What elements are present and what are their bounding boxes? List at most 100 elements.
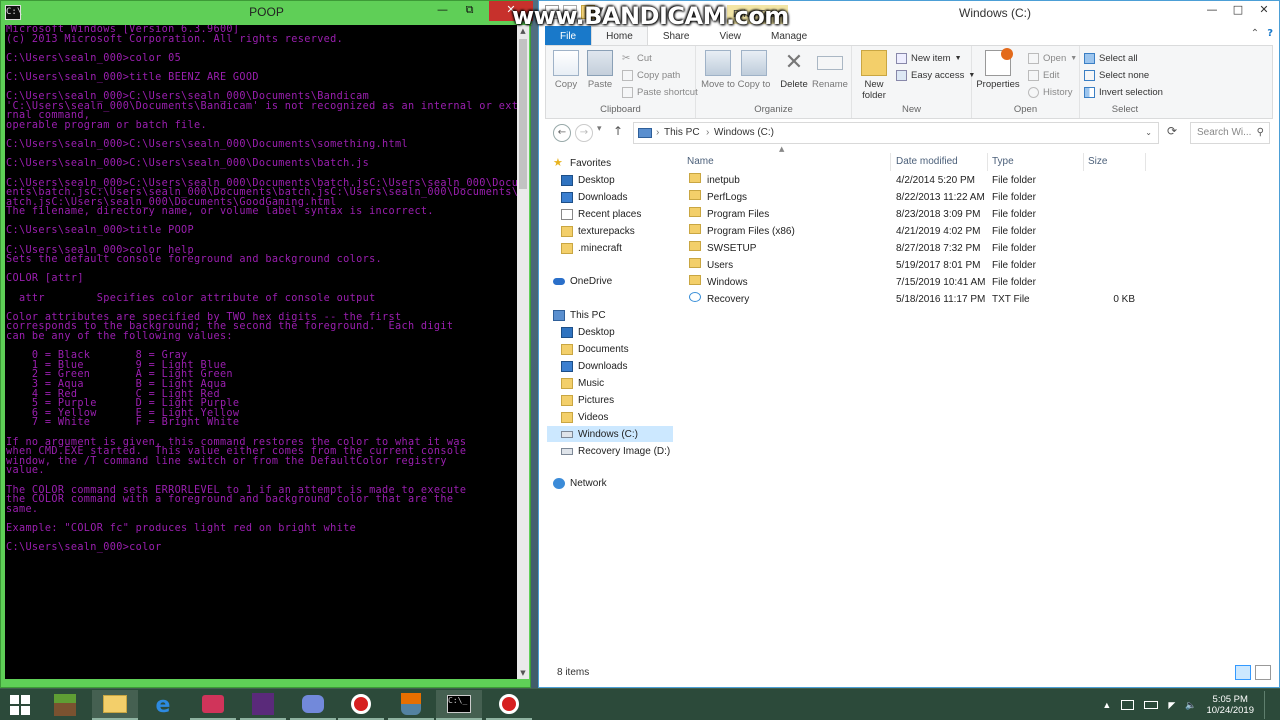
up-icon[interactable]: ↑ bbox=[613, 124, 623, 138]
column-type[interactable]: Type bbox=[988, 153, 1084, 171]
paste-shortcut-button[interactable]: Paste shortcut bbox=[622, 85, 698, 100]
nav-fav-item[interactable]: Recent places bbox=[547, 206, 673, 222]
monitor-icon[interactable] bbox=[1121, 700, 1135, 710]
nav-fav-item[interactable]: texturepacks bbox=[547, 223, 673, 239]
history-button[interactable]: History bbox=[1028, 85, 1073, 100]
collapse-ribbon-icon[interactable]: ⌃ bbox=[1251, 28, 1259, 39]
console-line: C:\Users\sealn_000>title BEENZ ARE GOOD bbox=[6, 71, 259, 83]
edit-button[interactable]: Edit bbox=[1028, 68, 1059, 83]
address-dropdown-icon[interactable]: ⌄ bbox=[1145, 123, 1152, 143]
copy-button[interactable]: Copy bbox=[548, 50, 584, 90]
bandicam-recording-icon bbox=[499, 694, 519, 714]
taskbar-cmd[interactable]: C:\_ bbox=[436, 690, 482, 720]
file-row[interactable]: Recovery 5/18/2016 11:17 PM TXT File 0 KB bbox=[683, 292, 1135, 308]
nav-pc-item[interactable]: Music bbox=[547, 375, 673, 391]
file-explorer-window[interactable]: ▾ Drive Tools Windows (C:) — □ ✕ File Ho… bbox=[538, 0, 1280, 688]
breadcrumb-windows-c[interactable]: Windows (C:) bbox=[714, 123, 774, 143]
help-icon[interactable]: ? bbox=[1267, 28, 1273, 39]
nav-pc-item[interactable]: Windows (C:) bbox=[547, 426, 673, 442]
recent-locations-icon[interactable]: ▾ bbox=[597, 124, 602, 134]
search-box[interactable]: Search Wi... ⚲ bbox=[1190, 122, 1270, 144]
nav-fav-item[interactable]: .minecraft bbox=[547, 240, 673, 256]
battery-icon[interactable] bbox=[1144, 701, 1159, 709]
taskbar-file-explorer[interactable] bbox=[92, 690, 138, 720]
copy-path-button[interactable]: Copy path bbox=[622, 68, 680, 83]
minimize-icon[interactable]: — bbox=[429, 1, 456, 21]
properties-button[interactable]: Properties bbox=[976, 48, 1020, 90]
file-row[interactable]: Users 5/19/2017 8:01 PM File folder bbox=[683, 258, 1133, 274]
nav-fav-item[interactable]: Desktop bbox=[547, 172, 673, 188]
open-button[interactable]: Open ▼ bbox=[1028, 51, 1077, 66]
cmd-window[interactable]: C:\ POOP — ⧉ ✕ Microsoft Windows [Versio… bbox=[0, 0, 533, 688]
show-desktop-button[interactable] bbox=[1264, 691, 1272, 719]
address-bar[interactable]: › This PC › Windows (C:) ⌄ bbox=[633, 122, 1159, 144]
restore-icon[interactable]: ⧉ bbox=[456, 1, 483, 21]
file-row[interactable]: inetpub 4/2/2014 5:20 PM File folder bbox=[683, 173, 1133, 189]
select-all-button[interactable]: Select all bbox=[1084, 51, 1138, 66]
nav-pc-item[interactable]: Downloads bbox=[547, 358, 673, 374]
nav-favorites[interactable]: ★ Favorites bbox=[553, 155, 611, 171]
large-icons-view-icon[interactable] bbox=[1255, 665, 1271, 680]
new-item-button[interactable]: New item ▼ bbox=[896, 51, 962, 66]
taskbar-start[interactable] bbox=[0, 690, 40, 720]
scroll-thumb[interactable] bbox=[519, 39, 527, 189]
invert-selection-button[interactable]: Invert selection bbox=[1084, 85, 1163, 100]
taskbar-minecraft[interactable] bbox=[42, 690, 88, 720]
taskbar-internet-explorer[interactable]: e bbox=[140, 690, 186, 720]
show-hidden-icons-icon[interactable]: ▲ bbox=[1102, 700, 1111, 710]
nav-this-pc[interactable]: This PC bbox=[553, 307, 606, 323]
copy-to-button[interactable]: Copy to bbox=[736, 50, 772, 90]
clock[interactable]: 5:05 PM 10/24/2019 bbox=[1206, 694, 1254, 716]
nav-pc-item[interactable]: Recovery Image (D:) bbox=[547, 443, 673, 459]
console-scrollbar[interactable]: ▲ ▼ bbox=[517, 25, 529, 679]
nav-fav-item[interactable]: Downloads bbox=[547, 189, 673, 205]
cut-button[interactable]: ✂ Cut bbox=[622, 51, 652, 66]
paste-button[interactable]: Paste bbox=[582, 50, 618, 90]
breadcrumb-this-pc[interactable]: This PC bbox=[664, 123, 700, 143]
file-row[interactable]: Program Files (x86) 4/21/2019 4:02 PM File… bbox=[683, 224, 1133, 240]
delete-button[interactable]: ✕ Delete bbox=[776, 50, 812, 90]
move-to-button[interactable]: Move to bbox=[700, 50, 736, 90]
scroll-down-icon[interactable]: ▼ bbox=[517, 667, 529, 679]
new-folder-button[interactable]: New folder bbox=[856, 50, 892, 101]
console-line: C:\Users\sealn_000>C:\Users\sealn_000\Do… bbox=[6, 139, 408, 151]
maximize-icon[interactable]: □ bbox=[1225, 1, 1251, 21]
taskbar-bandicam-recording[interactable] bbox=[486, 690, 532, 720]
nav-network[interactable]: Network bbox=[553, 475, 607, 491]
file-row[interactable]: PerfLogs 8/22/2013 11:22 AM File folder bbox=[683, 190, 1133, 206]
nav-pc-item[interactable]: Videos bbox=[547, 409, 673, 425]
refresh-icon[interactable]: ⟳ bbox=[1167, 124, 1177, 138]
file-type: File folder bbox=[992, 192, 1036, 203]
column-size[interactable]: Size bbox=[1084, 153, 1146, 171]
details-view-icon[interactable] bbox=[1235, 665, 1251, 680]
search-input[interactable]: Search Wi... bbox=[1197, 127, 1251, 138]
file-list[interactable]: ▲ Name Date modified Type Size inetpub 4/… bbox=[683, 145, 1279, 659]
console-output[interactable]: Microsoft Windows [Version 6.3.9600] (c) … bbox=[5, 25, 517, 679]
taskbar-java[interactable] bbox=[388, 690, 434, 720]
explorer-window-title: Windows (C:) bbox=[959, 6, 1032, 20]
column-date-modified[interactable]: Date modified bbox=[892, 153, 988, 171]
taskbar-audio-editor[interactable] bbox=[240, 690, 286, 720]
close-icon[interactable]: ✕ bbox=[1251, 1, 1277, 21]
taskbar-camera[interactable] bbox=[190, 690, 236, 720]
nav-pc-item[interactable]: Documents bbox=[547, 341, 673, 357]
forward-icon[interactable]: → bbox=[575, 124, 593, 142]
file-row[interactable]: SWSETUP 8/27/2018 7:32 PM File folder bbox=[683, 241, 1133, 257]
cmd-titlebar[interactable]: C:\ POOP — ⧉ ✕ bbox=[1, 1, 533, 25]
minimize-icon[interactable]: — bbox=[1199, 1, 1225, 21]
nav-pc-item[interactable]: Pictures bbox=[547, 392, 673, 408]
select-none-button[interactable]: Select none bbox=[1084, 68, 1149, 83]
column-name[interactable]: Name bbox=[683, 153, 891, 171]
file-row[interactable]: Windows 7/15/2019 10:41 AM File folder bbox=[683, 275, 1133, 291]
rename-button[interactable]: Rename bbox=[812, 50, 848, 90]
console-line: can be any of the following values: bbox=[6, 331, 233, 342]
taskbar-discord[interactable] bbox=[290, 690, 336, 720]
nav-onedrive[interactable]: OneDrive bbox=[553, 273, 612, 289]
easy-access-button[interactable]: Easy access ▼ bbox=[896, 68, 975, 83]
wifi-icon[interactable]: ◤ bbox=[1168, 700, 1175, 711]
taskbar-bandicam[interactable] bbox=[338, 690, 384, 720]
file-row[interactable]: Program Files 8/23/2018 3:09 PM File folde… bbox=[683, 207, 1133, 223]
nav-pc-item[interactable]: Desktop bbox=[547, 324, 673, 340]
back-icon[interactable]: ← bbox=[553, 124, 571, 142]
volume-icon[interactable]: 🔈 bbox=[1185, 700, 1196, 711]
